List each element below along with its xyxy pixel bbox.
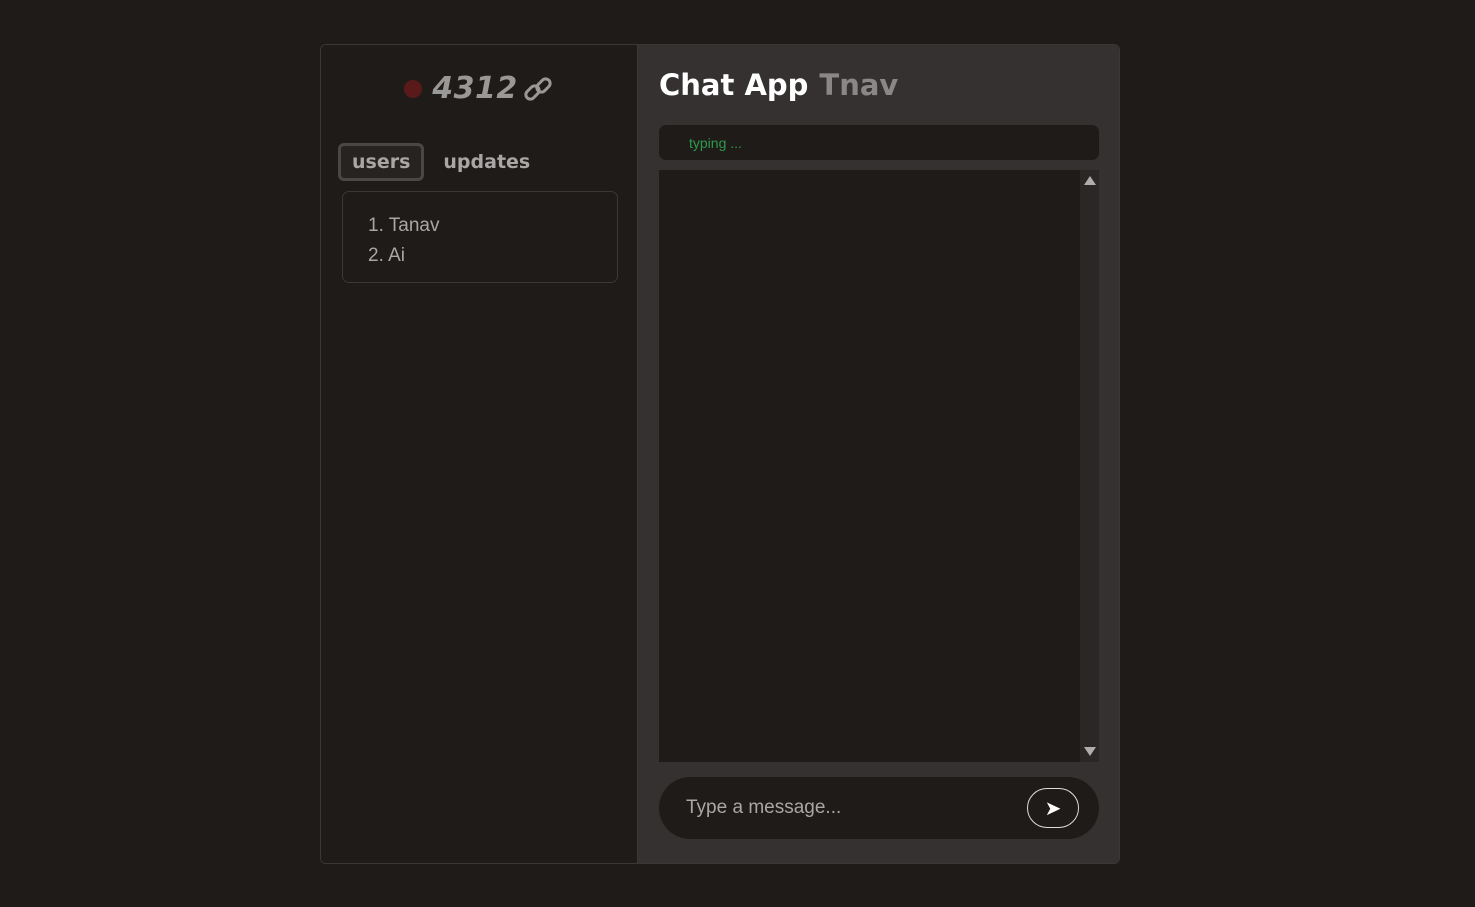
connection-status-dot xyxy=(404,79,423,98)
list-item: 2. Ai xyxy=(368,245,405,266)
message-input[interactable] xyxy=(684,796,1027,820)
message-area[interactable] xyxy=(659,170,1099,762)
room-header: 4312 xyxy=(321,71,637,106)
sidebar: 4312 users updates 1. Tanav 2. Ai xyxy=(321,45,638,863)
username-label: Tnav xyxy=(819,68,899,102)
user-list: 1. Tanav 2. Ai xyxy=(342,191,618,283)
list-item: 1. Tanav xyxy=(368,215,440,236)
message-scrollbar[interactable] xyxy=(1080,170,1099,762)
room-code: 4312 xyxy=(432,71,518,106)
message-composer: ➤ xyxy=(659,777,1099,839)
tab-updates[interactable]: updates xyxy=(438,143,544,181)
link-icon[interactable] xyxy=(522,73,554,105)
chat-header: Chat App Tnav xyxy=(659,68,898,102)
send-arrow-icon: ➤ xyxy=(1044,797,1062,820)
send-button[interactable]: ➤ xyxy=(1027,788,1079,828)
message-list xyxy=(659,170,1080,762)
typing-indicator-bar: typing ... xyxy=(659,125,1099,160)
chat-app-window: 4312 users updates 1. Tanav 2. Ai Chat A… xyxy=(320,44,1120,864)
page-title: Chat App xyxy=(659,68,809,102)
tab-users[interactable]: users xyxy=(338,143,425,181)
chat-panel: Chat App Tnav typing ... ➤ xyxy=(638,45,1119,863)
scroll-up-icon[interactable] xyxy=(1084,176,1096,185)
scroll-down-icon[interactable] xyxy=(1084,747,1096,756)
typing-indicator: typing ... xyxy=(689,134,742,151)
sidebar-tabs: users updates xyxy=(338,143,544,181)
